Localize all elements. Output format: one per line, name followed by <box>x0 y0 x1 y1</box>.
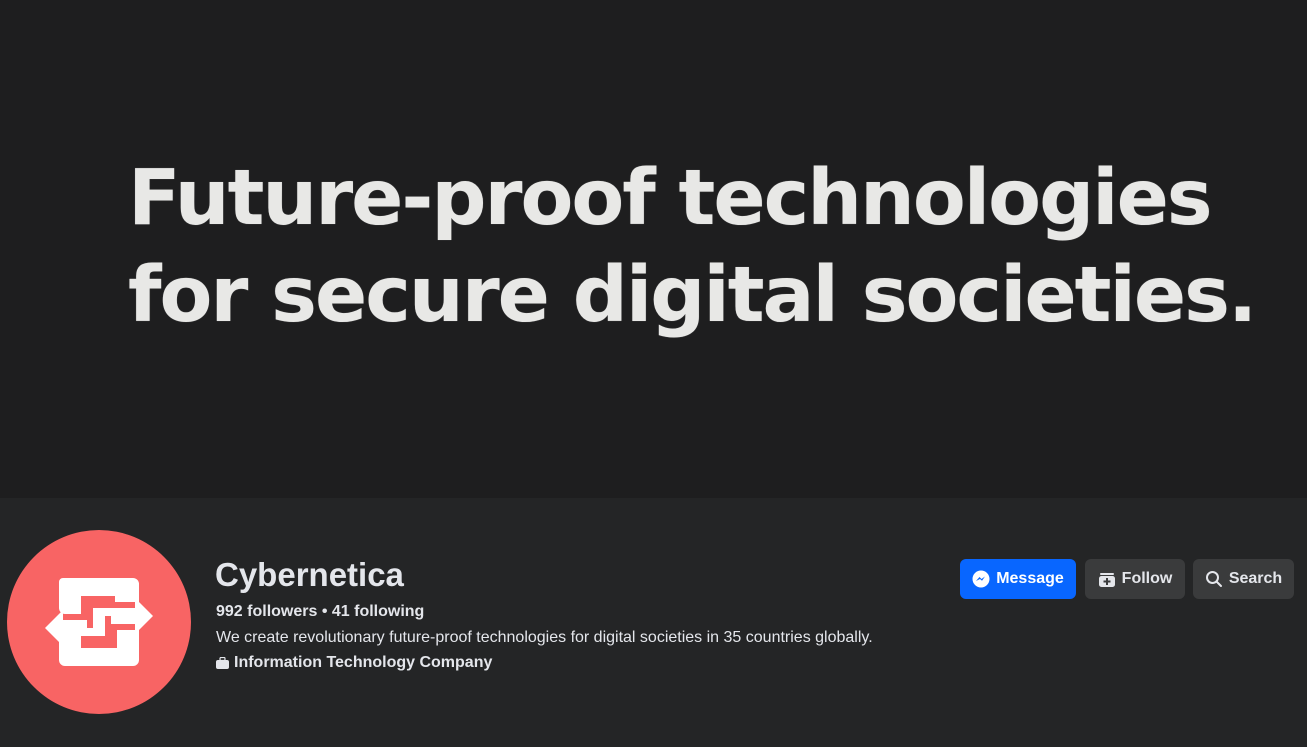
page-category: Information Technology Company <box>216 654 492 672</box>
messenger-icon <box>972 570 990 588</box>
search-icon <box>1205 571 1222 587</box>
search-button[interactable]: Search <box>1193 559 1294 599</box>
follower-stats[interactable]: 992 followers • 41 following <box>216 603 424 621</box>
cover-photo[interactable]: Future-proof technologies for secure dig… <box>0 0 1307 498</box>
add-follow-icon <box>1098 573 1115 587</box>
page-title[interactable]: Cybernetica <box>215 556 404 594</box>
avatar[interactable] <box>7 530 191 714</box>
cover-headline-line-2: for secure digital societies. <box>128 251 1257 340</box>
cover-headline: Future-proof technologies for secure dig… <box>128 150 1257 344</box>
message-button[interactable]: Message <box>960 559 1076 599</box>
cover-headline-line-1: Future-proof technologies <box>128 154 1213 243</box>
search-button-label: Search <box>1228 570 1283 587</box>
page-description: We create revolutionary future-proof tec… <box>216 629 873 646</box>
profile-header: Cybernetica 992 followers • 41 following… <box>0 498 1307 747</box>
follow-button[interactable]: Follow <box>1085 559 1185 599</box>
cybernetica-logo-icon <box>45 578 153 666</box>
follow-button-label: Follow <box>1121 570 1173 587</box>
briefcase-icon <box>216 657 229 669</box>
page-category-label: Information Technology Company <box>234 654 493 671</box>
message-button-label: Message <box>996 570 1064 587</box>
